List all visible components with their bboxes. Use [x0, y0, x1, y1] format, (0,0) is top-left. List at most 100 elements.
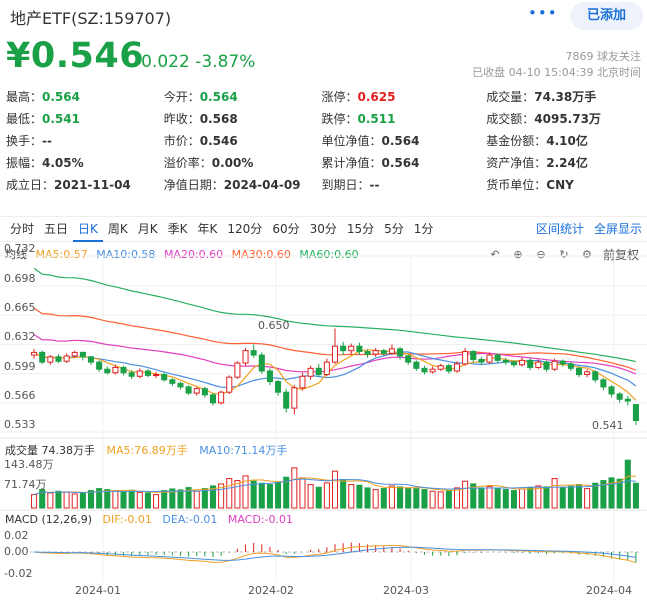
macd-legend: MACD (12,26,9) DIF:-0.01 DEA:-0.01 MACD:… [5, 513, 300, 526]
candlestick [266, 370, 273, 383]
macd-title: MACD (12,26,9) [5, 513, 93, 526]
volume-bar [234, 480, 241, 509]
volume-bar [323, 482, 330, 509]
volume-bar [624, 459, 631, 509]
candlestick [437, 365, 444, 370]
volume-bar [275, 482, 282, 509]
candlestick [567, 363, 574, 369]
macd-value: MACD:-0.01 [227, 513, 293, 526]
volume-bar [120, 491, 127, 509]
candlestick [527, 359, 534, 368]
volume-bar [397, 486, 404, 509]
candlestick [209, 394, 217, 404]
macd-axis-label: 0.02 [4, 529, 29, 542]
volume-bar [87, 490, 95, 509]
candlestick [405, 355, 412, 363]
candlestick [397, 348, 404, 357]
candlestick [559, 360, 566, 365]
volume-bar [201, 488, 208, 509]
date-axis-label: 2024-02 [248, 584, 294, 597]
candlestick [510, 361, 517, 366]
candlestick [413, 361, 420, 369]
price-axis-label: 0.732 [4, 242, 36, 255]
price-axis-label: 0.698 [4, 272, 36, 286]
candlestick [63, 355, 70, 362]
volume-bar [348, 484, 355, 509]
candlestick [372, 350, 379, 355]
candlestick [201, 388, 208, 396]
candlestick [478, 358, 485, 363]
volume-bar [47, 492, 54, 509]
candlestick [185, 386, 192, 394]
volume-bar [494, 488, 501, 509]
volume-bar [31, 494, 38, 509]
volume-bar [575, 484, 583, 509]
stock-chart[interactable] [0, 0, 647, 601]
candlestick [120, 366, 127, 374]
candlestick [453, 363, 461, 372]
volume-axis-label: 143.48万 [4, 458, 54, 471]
candlestick [551, 360, 558, 370]
candlestick [234, 362, 241, 378]
volume-bar [567, 485, 574, 509]
candlestick [519, 359, 526, 366]
volume-bar [632, 482, 639, 509]
candlestick [55, 356, 62, 362]
volume-bar [250, 480, 257, 509]
price-axis-label: 0.632 [4, 330, 36, 344]
price-axis-label: 0.599 [4, 359, 36, 373]
volume-bar [136, 491, 143, 509]
candlestick [144, 370, 151, 376]
volume-bar [266, 484, 273, 509]
candlestick [136, 370, 143, 377]
volume-axis-label: 71.74万 [4, 478, 47, 491]
volume-legend-total: 成交量 74.38万手 [5, 444, 95, 457]
high-annotation: 0.650 [258, 318, 290, 332]
candlestick [315, 367, 322, 376]
candlestick [226, 376, 233, 393]
date-axis-label: 2024-03 [383, 584, 429, 597]
candlestick [616, 393, 623, 400]
volume-bar [527, 486, 534, 509]
candlestick [543, 361, 550, 370]
volume-bar [502, 489, 509, 509]
low-annotation: 0.541 [592, 418, 624, 432]
candlestick [608, 386, 615, 395]
volume-bar [478, 487, 485, 509]
macd-axis-label: 0.00 [4, 545, 29, 558]
candlestick [592, 371, 599, 381]
candlestick [31, 351, 38, 356]
candlestick [632, 404, 639, 422]
volume-bar [177, 489, 184, 509]
candlestick [600, 379, 607, 388]
candlestick [250, 350, 257, 356]
candlestick [624, 398, 631, 402]
candlestick [177, 382, 184, 388]
volume-bar [429, 490, 436, 509]
volume-bar [510, 490, 517, 509]
volume-ma10-legend: MA10:71.14万手 [199, 444, 288, 457]
candlestick [486, 354, 493, 363]
volume-bar [486, 486, 493, 509]
candlestick [502, 359, 509, 363]
volume-bar [331, 470, 339, 509]
volume-bar [55, 490, 62, 509]
macd-axis-label: -0.02 [4, 567, 33, 580]
macd-dea: DEA:-0.01 [162, 513, 218, 526]
volume-bar [535, 485, 542, 509]
candlestick [79, 351, 86, 358]
candlestick [169, 379, 176, 384]
candlestick [364, 351, 371, 355]
candlestick [275, 381, 282, 393]
volume-bar [71, 493, 78, 509]
candlestick [47, 356, 54, 363]
candlestick [218, 391, 225, 404]
volume-bar [405, 487, 412, 509]
volume-bar [356, 484, 363, 509]
candlestick [348, 345, 355, 352]
candlestick [323, 361, 330, 376]
volume-bar [193, 490, 200, 509]
candlestick [462, 351, 469, 365]
volume-bar [104, 489, 111, 509]
candlestick [193, 388, 200, 394]
